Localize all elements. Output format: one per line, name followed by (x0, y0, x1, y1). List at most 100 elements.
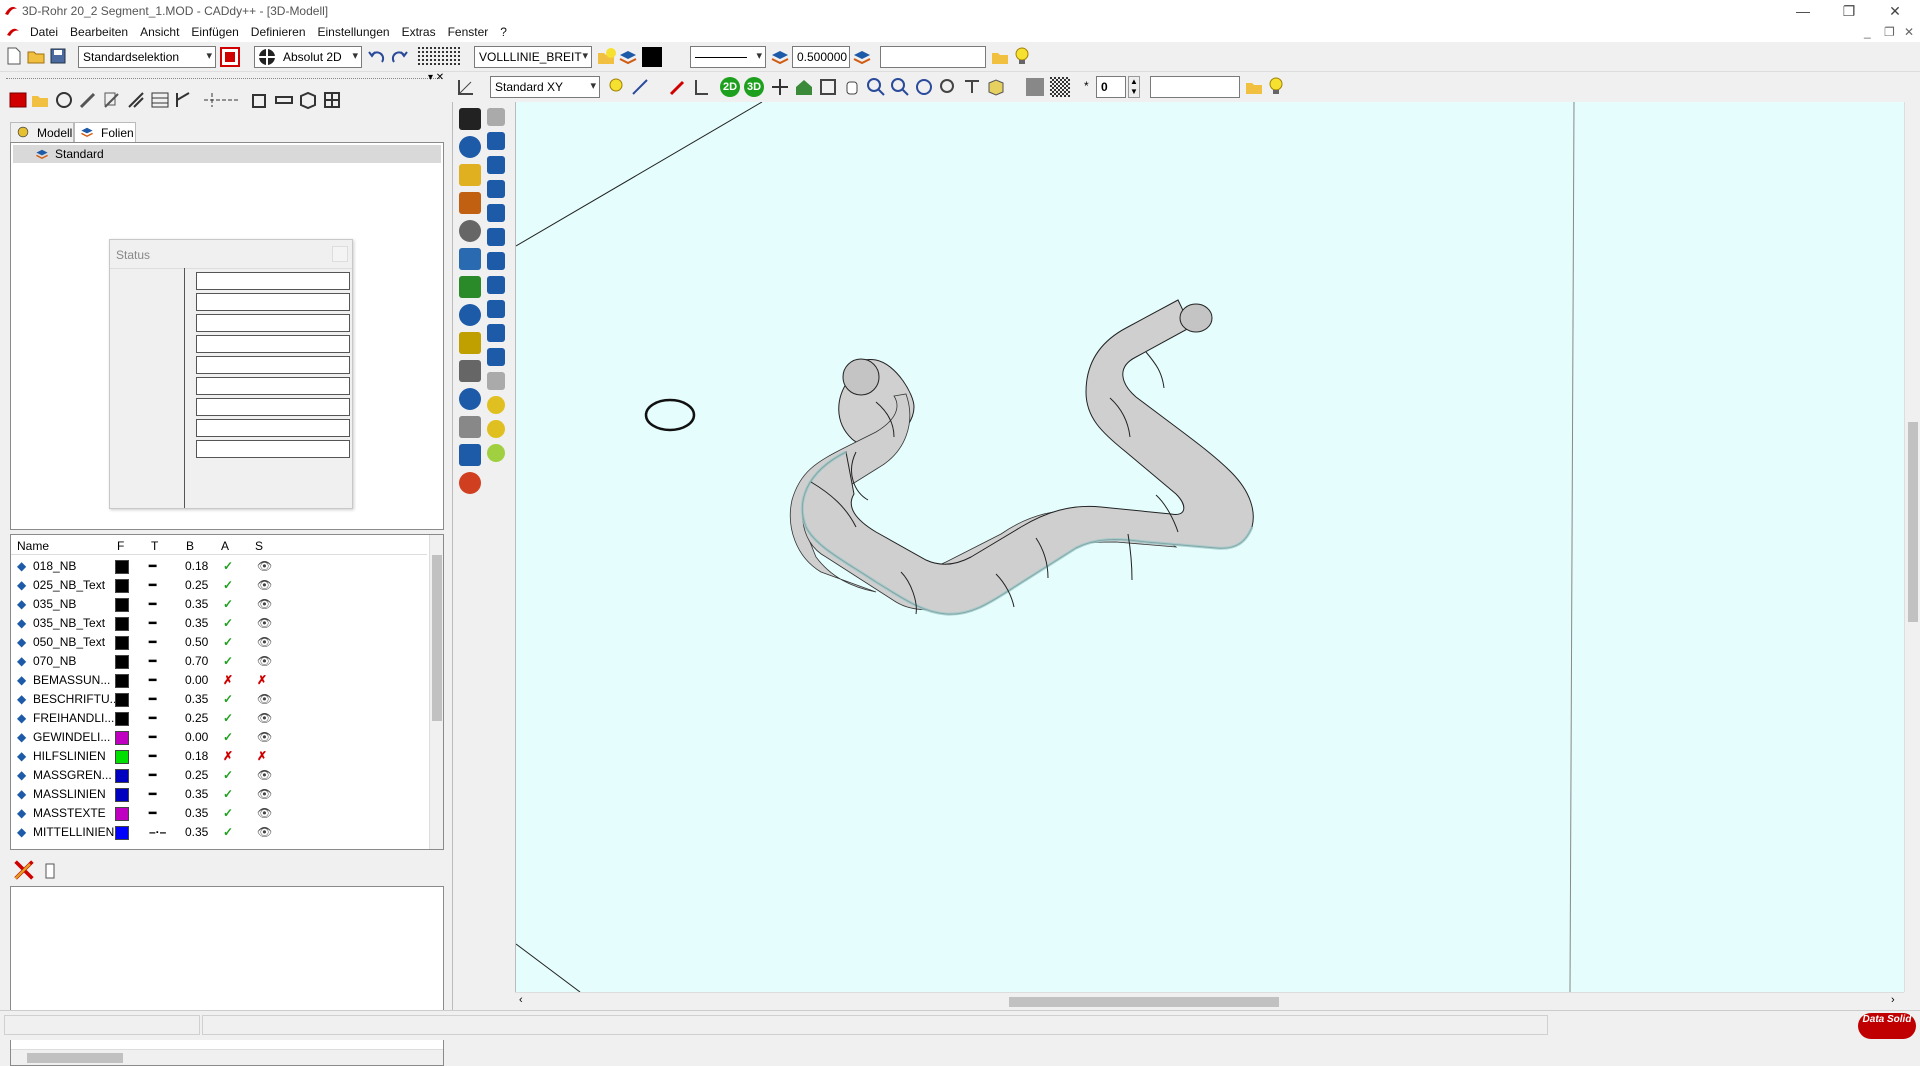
layer-active-check-icon[interactable]: ✓ (223, 559, 233, 573)
solid-tool-icon[interactable] (487, 372, 505, 390)
layer-row[interactable]: ◆ 070_NB ━ 0.70 ✓ 👁 (15, 652, 435, 671)
open-folder-icon[interactable] (26, 46, 46, 66)
layer-icon[interactable] (852, 47, 872, 67)
layer-row[interactable]: ◆ HILFSLINIEN ━ 0.18 ✗ ✗ (15, 747, 435, 766)
draw-tool-icon[interactable] (459, 108, 481, 130)
mdi-restore-button[interactable]: ❐ (1884, 25, 1895, 39)
folder-search2-icon[interactable] (1244, 77, 1264, 97)
layer-visible-eye-icon[interactable]: 👁 (257, 597, 272, 611)
layer-linetype[interactable]: ━ (149, 692, 156, 706)
view-light-icon[interactable] (606, 77, 626, 97)
menu-datei[interactable]: Datei (24, 22, 64, 39)
tree-item-standard[interactable]: Standard (13, 145, 441, 163)
layer-row[interactable]: ◆ BESCHRIFTU... ━ 0.35 ✓ 👁 (15, 690, 435, 709)
construction-tool-icon[interactable] (126, 90, 146, 110)
solid-tool-icon[interactable] (487, 156, 505, 174)
layer-active-check-icon[interactable]: ✓ (223, 635, 233, 649)
folder-search-icon[interactable] (990, 47, 1010, 67)
layer-row[interactable]: ◆ 035_NB_Text ━ 0.35 ✓ 👁 (15, 614, 435, 633)
solid-tool-icon[interactable] (487, 252, 505, 270)
layer-linetype[interactable]: ━ (149, 616, 156, 630)
circle-tool-icon[interactable] (54, 90, 74, 110)
layer-color-swatch[interactable] (115, 807, 129, 821)
layer-color-swatch[interactable] (115, 788, 129, 802)
col-a[interactable]: A (221, 539, 229, 553)
layer-active-check-icon[interactable]: ✓ (223, 616, 233, 630)
layer-table-scrollbar[interactable] (429, 535, 443, 849)
menu-einstellungen[interactable]: Einstellungen (312, 22, 396, 39)
layer-color-swatch[interactable] (115, 731, 129, 745)
layer-row[interactable]: ◆ MASSGREN... ━ 0.25 ✓ 👁 (15, 766, 435, 785)
layer-linetype[interactable]: ━ (149, 673, 156, 687)
layer-active-cross-icon[interactable]: ✗ (223, 673, 233, 687)
toolbar1-text-field[interactable] (880, 46, 986, 68)
menu-extras[interactable]: Extras (396, 22, 442, 39)
layer-active-check-icon[interactable]: ✓ (223, 825, 233, 839)
info-panel-hscroll[interactable] (11, 1049, 443, 1065)
new-file-icon[interactable] (4, 46, 24, 66)
col-s[interactable]: S (255, 539, 263, 553)
layer-active-check-icon[interactable]: ✓ (223, 711, 233, 725)
layer-color-swatch[interactable] (115, 674, 129, 688)
home-view-icon[interactable] (794, 77, 814, 97)
view-mode-select[interactable]: Standard XY (490, 76, 600, 98)
layer-folder-tool-icon[interactable] (30, 90, 50, 110)
layer-width[interactable]: 0.35 (185, 692, 208, 706)
view-3d-button[interactable]: 3D (744, 77, 764, 97)
line-color-swatch[interactable] (642, 47, 662, 67)
toolbar2-text-field[interactable] (1150, 76, 1240, 98)
layer-width[interactable]: 0.00 (185, 730, 208, 744)
pan-move-icon[interactable] (770, 77, 790, 97)
layer-visible-eye-icon[interactable]: 👁 (257, 806, 272, 820)
layer-width[interactable]: 0.35 (185, 825, 208, 839)
layer-row[interactable]: ◆ MITTELLINIEN –·– 0.35 ✓ 👁 (15, 823, 435, 842)
solid-tool-icon[interactable] (487, 420, 505, 438)
solid-tool-icon[interactable] (487, 180, 505, 198)
measure-tool-icon[interactable] (274, 90, 294, 110)
solid-tool-icon[interactable] (487, 324, 505, 342)
minimize-button[interactable]: — (1780, 0, 1826, 22)
layer-visible-eye-icon[interactable]: 👁 (257, 654, 272, 668)
layer-visible-eye-icon[interactable]: 👁 (257, 616, 272, 630)
layer-row[interactable]: ◆ 050_NB_Text ━ 0.50 ✓ 👁 (15, 633, 435, 652)
view-2d-button[interactable]: 2D (720, 77, 740, 97)
menu-help[interactable]: ? (494, 22, 513, 39)
lightbulb2-icon[interactable] (1266, 76, 1286, 96)
layer-visible-eye-icon[interactable]: 👁 (257, 559, 272, 573)
layer-row[interactable]: ◆ 025_NB_Text ━ 0.25 ✓ 👁 (15, 576, 435, 595)
layer-width[interactable]: 0.18 (185, 559, 208, 573)
hatch-tool-icon[interactable] (150, 90, 170, 110)
layer-active-check-icon[interactable]: ✓ (223, 597, 233, 611)
layer-linetype[interactable]: ━ (149, 749, 156, 763)
layer-active-check-icon[interactable]: ✓ (223, 787, 233, 801)
edge-icon[interactable] (692, 77, 712, 97)
solid-tool-icon[interactable] (298, 90, 318, 110)
solid-tool-icon[interactable] (487, 204, 505, 222)
layer-linetype[interactable]: ━ (149, 654, 156, 668)
col-f[interactable]: F (117, 539, 124, 553)
draw-tool-icon[interactable] (459, 276, 481, 298)
layer-width[interactable]: 0.35 (185, 806, 208, 820)
layer-delete-icon[interactable] (8, 90, 28, 110)
layer-width[interactable]: 0.00 (185, 673, 208, 687)
undo-icon[interactable] (366, 47, 386, 67)
layer-width[interactable]: 0.25 (185, 768, 208, 782)
hand-pan-icon[interactable] (842, 77, 862, 97)
draw-tool-icon[interactable] (459, 164, 481, 186)
pen-icon[interactable] (668, 77, 688, 97)
grid-tool-icon[interactable] (322, 90, 342, 110)
section-icon[interactable] (962, 77, 982, 97)
menu-definieren[interactable]: Definieren (245, 22, 312, 39)
menu-bearbeiten[interactable]: Bearbeiten (64, 22, 134, 39)
layer-row[interactable]: ◆ MASSLINIEN ━ 0.35 ✓ 👁 (15, 785, 435, 804)
layer-linetype[interactable]: ━ (149, 711, 156, 725)
layer-folder-icon[interactable] (596, 47, 616, 67)
layer-color-swatch[interactable] (115, 636, 129, 650)
layer-active-check-icon[interactable]: ✓ (223, 768, 233, 782)
layer-attach-icon[interactable] (40, 860, 60, 880)
layer-properties-icon[interactable] (618, 47, 638, 67)
line-type-select[interactable]: VOLLLINIE_BREIT (474, 46, 592, 68)
layer-row[interactable]: ◆ MASSTEXTE ━ 0.35 ✓ 👁 (15, 804, 435, 823)
layer-width[interactable]: 0.25 (185, 711, 208, 725)
zoom-window-icon[interactable] (818, 77, 838, 97)
